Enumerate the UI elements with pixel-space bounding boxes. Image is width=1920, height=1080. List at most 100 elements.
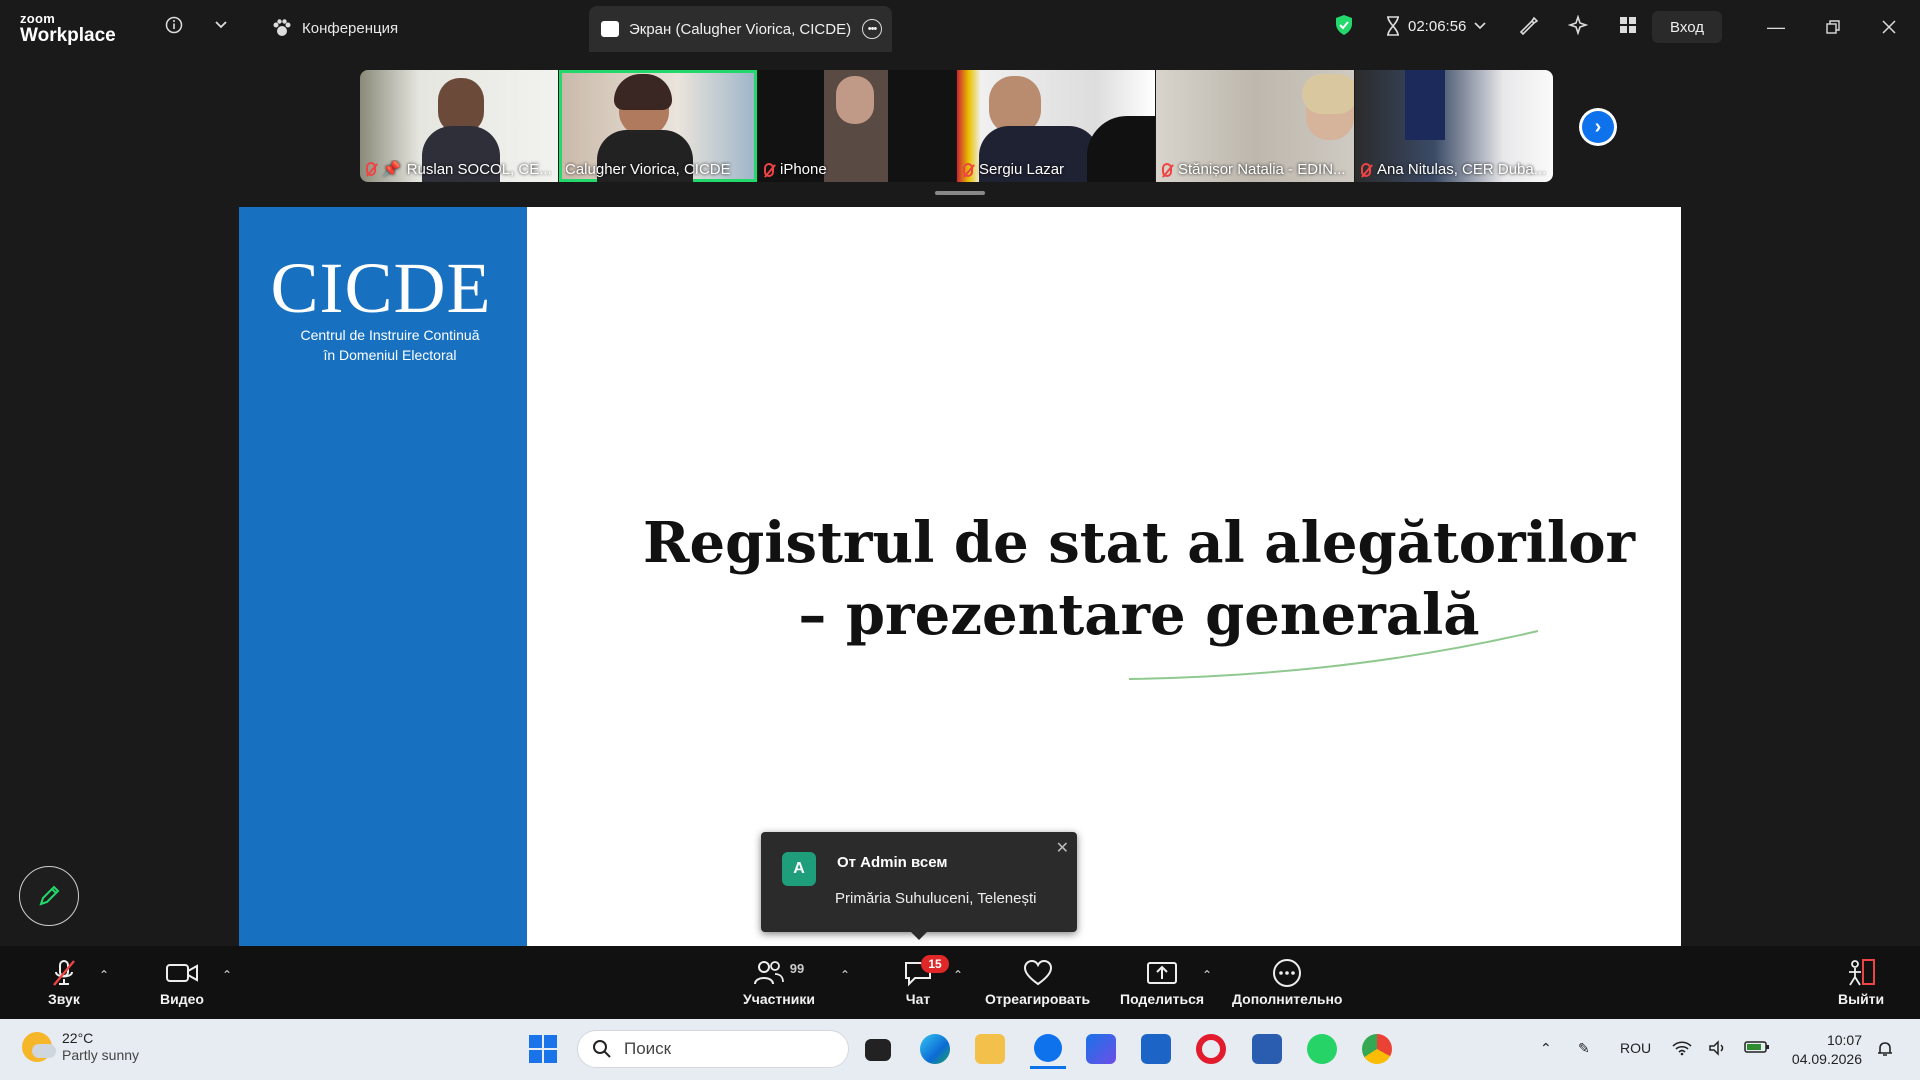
video-camera-icon xyxy=(165,958,199,988)
whatsapp-icon[interactable] xyxy=(1307,1034,1337,1064)
weather-desc: Partly sunny xyxy=(62,1047,140,1063)
language-indicator[interactable]: ROU xyxy=(1620,1040,1651,1056)
partly-sunny-icon xyxy=(22,1031,56,1062)
audio-button[interactable]: Звук xyxy=(48,958,80,1007)
meeting-toolbar: Звук ⌃ Видео ⌃ 99 Участники ⌃ Чат ⌃ Отре… xyxy=(0,946,1920,1019)
ai-sparkle-icon[interactable] xyxy=(1567,14,1589,36)
heart-icon xyxy=(1023,958,1053,988)
mic-muted-icon xyxy=(1361,162,1371,177)
participant-tile[interactable]: 📌 Ruslan SOCOL, CE... xyxy=(360,70,558,182)
chrome-icon[interactable] xyxy=(1362,1034,1392,1064)
cicde-logo: CICDE Centrul de Instruire Continuă în D… xyxy=(251,252,511,364)
react-button[interactable]: Отреагировать xyxy=(985,958,1090,1007)
participant-tile-active[interactable]: Calugher Viorica, CICDE xyxy=(559,70,757,182)
participant-tile[interactable]: Ana Nitulas, CER Duba... xyxy=(1355,70,1553,182)
chevron-right-icon: › xyxy=(1582,111,1614,143)
participant-name: Calugher Viorica, CICDE xyxy=(565,161,731,178)
wifi-icon[interactable] xyxy=(1672,1040,1692,1059)
store-icon[interactable] xyxy=(1086,1034,1116,1064)
participants-options-caret[interactable]: ⌃ xyxy=(840,968,850,982)
sender-avatar: A xyxy=(782,852,816,886)
battery-icon[interactable] xyxy=(1744,1040,1770,1057)
next-page-button[interactable]: › xyxy=(1579,108,1617,146)
participants-icon: 99 xyxy=(753,958,804,988)
mic-muted-icon xyxy=(366,162,376,176)
annotate-pen-button[interactable] xyxy=(19,866,79,926)
meeting-timer[interactable]: 02:06:56 xyxy=(1386,16,1486,36)
participant-strip: 📌 Ruslan SOCOL, CE... Calugher Viorica, C… xyxy=(360,70,1560,182)
logo-sub-1: Centrul de Instruire Continuă xyxy=(300,327,480,343)
hourglass-icon xyxy=(1387,16,1399,36)
chat-unread-badge: 15 xyxy=(921,955,949,973)
clock-time: 10:07 xyxy=(1826,1032,1862,1048)
chat-options-caret[interactable]: ⌃ xyxy=(953,968,963,982)
view-button[interactable]: Вход xyxy=(1652,11,1722,43)
close-icon[interactable] xyxy=(1874,12,1904,42)
video-label: Видео xyxy=(160,991,204,1007)
more-label: Дополнительно xyxy=(1232,991,1343,1007)
chevron-down-icon[interactable] xyxy=(210,14,232,36)
video-button[interactable]: Видео xyxy=(160,958,204,1007)
timer-value: 02:06:56 xyxy=(1408,17,1467,35)
tab-screen-share[interactable]: Экран (Calugher Viorica, CICDE) ••• xyxy=(589,6,892,52)
slide-divider xyxy=(527,207,532,947)
tab-meeting[interactable]: Конференция xyxy=(272,14,398,42)
more-icon xyxy=(1272,958,1302,988)
mic-muted-icon xyxy=(764,162,774,177)
participant-name: Stănișor Natalia - EDIN... xyxy=(1162,161,1348,178)
logo-text: CICDE xyxy=(270,248,492,328)
participant-name: iPhone xyxy=(764,161,950,178)
react-label: Отреагировать xyxy=(985,991,1091,1007)
close-icon[interactable]: ✕ xyxy=(1056,838,1069,858)
share-label: Поделиться xyxy=(1120,991,1205,1007)
info-icon[interactable] xyxy=(163,14,185,36)
leave-button[interactable]: Выйти xyxy=(1838,958,1884,1007)
participant-name: Ana Nitulas, CER Duba... xyxy=(1361,161,1547,178)
strip-resize-handle[interactable] xyxy=(935,191,985,195)
notifications-bell-icon[interactable] xyxy=(1876,1040,1894,1061)
system-clock[interactable]: 10:07 04.09.2026 xyxy=(1780,1031,1862,1069)
mic-muted-icon xyxy=(49,958,79,988)
task-view-icon[interactable] xyxy=(865,1039,891,1061)
file-explorer-icon[interactable] xyxy=(975,1034,1005,1064)
video-options-caret[interactable]: ⌃ xyxy=(222,968,232,982)
windows-start-icon[interactable] xyxy=(528,1034,558,1064)
taskbar-search[interactable]: Поиск xyxy=(577,1030,849,1068)
language-bar-icon[interactable]: ✎ xyxy=(1578,1040,1590,1057)
chat-notification[interactable]: A От Admin всем Primăria Suhuluceni, Tel… xyxy=(761,832,1077,940)
participant-tile[interactable]: iPhone xyxy=(758,70,956,182)
volume-icon[interactable] xyxy=(1708,1040,1728,1059)
minimize-icon[interactable]: — xyxy=(1761,12,1791,42)
zoom-icon xyxy=(1034,1034,1062,1062)
more-button[interactable]: Дополнительно xyxy=(1232,958,1342,1007)
more-icon[interactable]: ••• xyxy=(862,19,882,39)
zoom-app-active[interactable] xyxy=(1030,1029,1066,1069)
logo-bottom: Workplace xyxy=(20,25,116,46)
participant-tile[interactable]: Sergiu Lazar xyxy=(957,70,1155,182)
shield-icon[interactable] xyxy=(1333,14,1355,36)
chat-sender: От Admin всем xyxy=(837,854,948,871)
clock-date: 04.09.2026 xyxy=(1791,1051,1862,1067)
outlook-icon[interactable] xyxy=(1141,1034,1171,1064)
audio-options-caret[interactable]: ⌃ xyxy=(99,968,109,982)
pin-icon: 📌 xyxy=(382,161,401,178)
share-button[interactable]: Поделиться xyxy=(1120,958,1204,1007)
logo-top: zoom xyxy=(20,11,56,26)
mic-muted-icon xyxy=(1162,162,1172,177)
opera-icon[interactable] xyxy=(1196,1034,1226,1064)
weather-temp: 22°C xyxy=(62,1030,94,1046)
windows-taskbar: 22°C Partly sunny Поиск ⌃ ✎ ROU 10:07 04… xyxy=(0,1019,1920,1080)
edge-browser-icon[interactable] xyxy=(920,1034,950,1064)
participant-tile[interactable]: Stănișor Natalia - EDIN... xyxy=(1156,70,1354,182)
slide-sidebar: CICDE Centrul de Instruire Continuă în D… xyxy=(239,207,527,947)
weather-widget[interactable]: 22°C Partly sunny xyxy=(22,1030,139,1063)
restore-icon[interactable] xyxy=(1818,12,1848,42)
meeting-app-icon[interactable] xyxy=(1252,1034,1282,1064)
tray-chevron-up-icon[interactable]: ⌃ xyxy=(1540,1040,1552,1057)
share-options-caret[interactable]: ⌃ xyxy=(1202,968,1212,982)
view-grid-icon[interactable] xyxy=(1617,14,1639,36)
tab-screen-label: Экран (Calugher Viorica, CICDE) xyxy=(629,20,852,38)
annotate-icon[interactable] xyxy=(1517,14,1539,36)
participants-button[interactable]: 99 Участники xyxy=(743,958,815,1008)
audio-label: Звук xyxy=(48,991,80,1007)
